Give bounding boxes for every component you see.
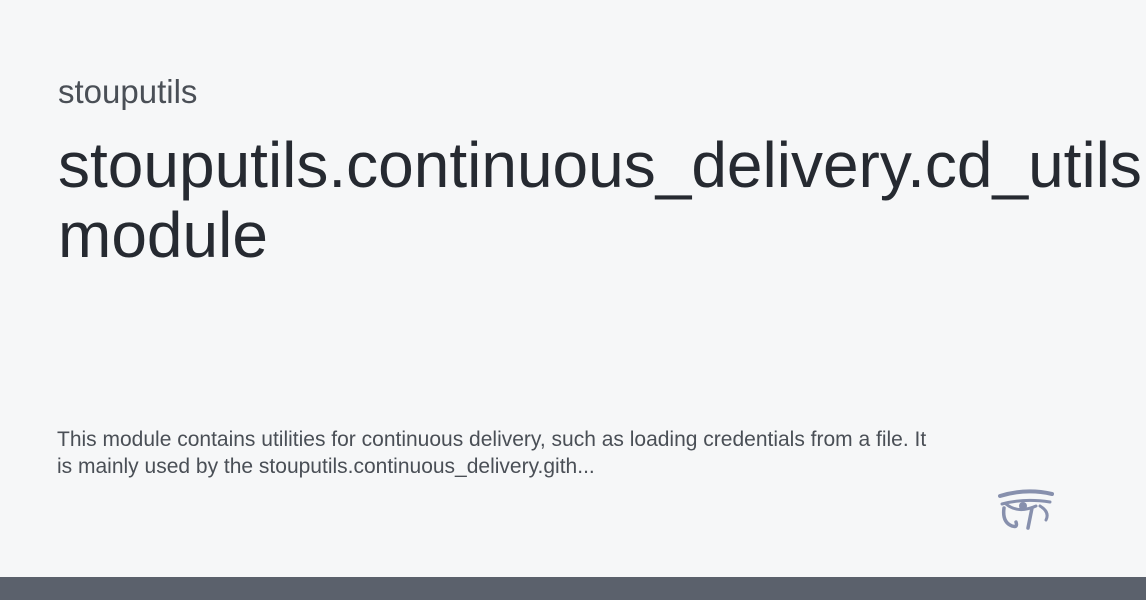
footer-bar (0, 577, 1146, 600)
page-description-line-1: This module contains utilities for conti… (57, 428, 927, 451)
page-title: stouputils.continuous_delivery.cd_utils … (58, 130, 1146, 270)
page-description: This module contains utilities for conti… (57, 426, 1057, 480)
preview-card: stouputils stouputils.continuous_deliver… (0, 0, 1146, 600)
eye-of-horus-icon (998, 489, 1054, 530)
page-description-line-2: is mainly used by the stouputils.continu… (57, 455, 595, 478)
site-name: stouputils (58, 73, 198, 110)
page-title-line-1: stouputils.continuous_delivery.cd_utils (58, 129, 1142, 201)
page-title-line-2: module (58, 199, 268, 271)
